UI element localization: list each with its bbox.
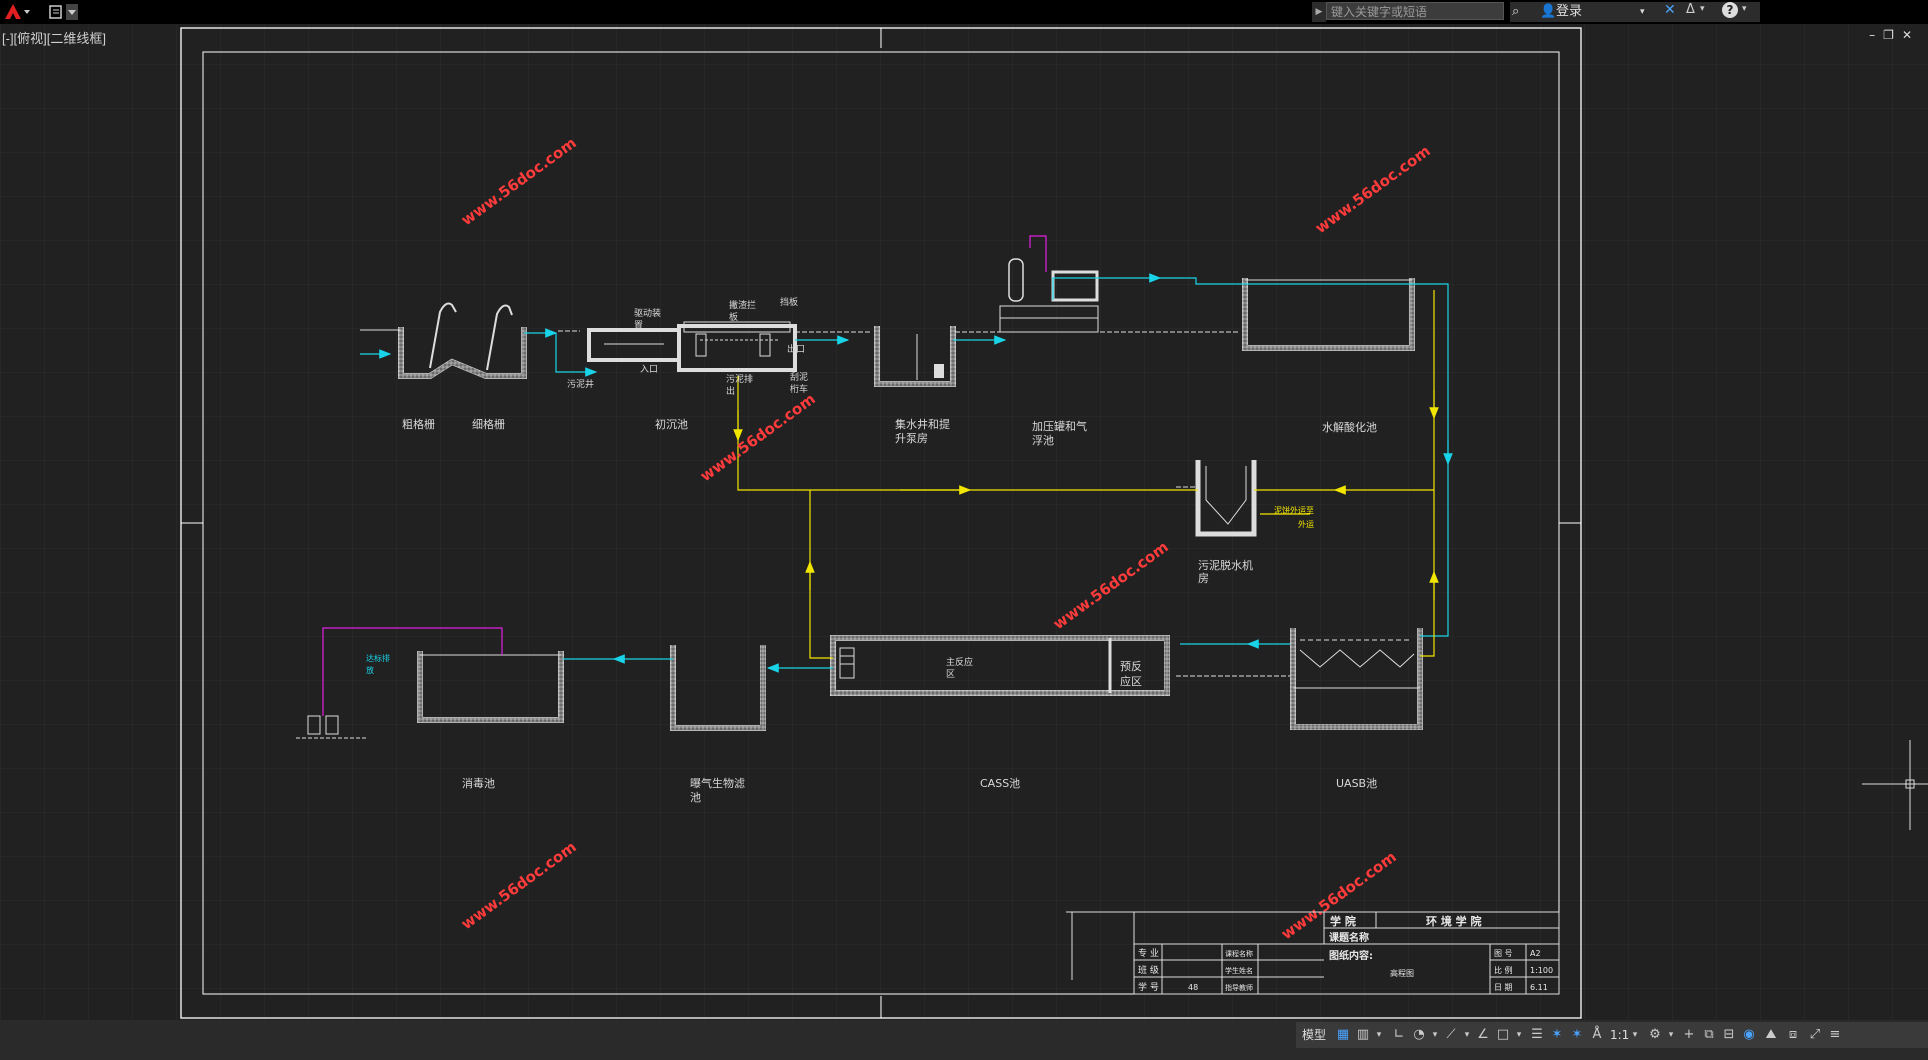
tb-scale-value: 1:100 (1530, 966, 1553, 975)
hardware-acceleration-icon[interactable]: ⧈ (1784, 1026, 1802, 1044)
workspace-icon (49, 4, 78, 20)
exchange-icon[interactable]: ✕ (1664, 2, 1676, 18)
label-hydrolysis: 水解酸化池 (1322, 420, 1377, 434)
label-main-reaction-1: 主反应 (946, 656, 973, 668)
search-expand-icon[interactable]: ▶ (1312, 2, 1326, 22)
tb-student-name-label: 学生姓名 (1225, 966, 1253, 975)
search-input[interactable]: 键入关键字或短语 (1326, 2, 1504, 20)
label-pre-reaction-1: 预反 (1120, 660, 1142, 673)
tb-course-name-label: 课程名称 (1225, 949, 1253, 958)
quick-access-toolbar[interactable] (46, 2, 86, 22)
label-scum-2: 板 (729, 311, 738, 323)
tb-college-value: 环 境 学 院 (1426, 914, 1482, 928)
autocad-logo-icon (5, 4, 30, 19)
app-menu-button[interactable] (2, 2, 32, 22)
tb-college-label: 学 院 (1330, 914, 1356, 928)
help-icon[interactable]: ? (1722, 2, 1738, 18)
login-label[interactable]: 登录 (1556, 2, 1582, 22)
user-icon: 👤 (1540, 4, 1557, 19)
label-sludge-outside-2: 外运 (1298, 519, 1314, 529)
model-space-button[interactable]: 模型 (1302, 1025, 1326, 1045)
label-inlet: 入口 (640, 364, 658, 375)
label-baf-2: 池 (690, 791, 701, 804)
tb-date-label: 日 期 (1494, 983, 1513, 992)
label-outlet: 出口 (787, 343, 805, 355)
login-dropdown-icon[interactable]: ▾ (1640, 2, 1645, 22)
label-sludge-dewater-1: 污泥脱水机 (1198, 558, 1253, 572)
tb-class-label: 班 级 (1138, 964, 1159, 976)
close-icon[interactable]: ✕ (1902, 28, 1920, 42)
grid-display-icon[interactable]: ▦ (1334, 1026, 1352, 1044)
snap-dropdown-icon[interactable]: ▾ (1370, 1026, 1388, 1044)
tb-student-no-label: 学 号 (1138, 981, 1159, 993)
label-main-reaction-2: 区 (946, 669, 955, 680)
label-baf-1: 曝气生物滤 (690, 776, 745, 790)
annotation-monitor-icon[interactable]: + (1680, 1026, 1698, 1044)
tb-sheet-label: 图 号 (1494, 949, 1513, 958)
help-dropdown-icon[interactable]: ▾ (1742, 4, 1747, 14)
a360-icon[interactable]: Δ (1686, 2, 1695, 17)
label-sludge-out-2: 出 (726, 385, 735, 397)
drawing-canvas[interactable]: 粗格栅 细格栅 初沉池 集水井和提 升泵房 加压罐和气 浮池 水解酸化池 污泥脱… (0, 24, 1928, 1020)
tb-sheet-value: A2 (1530, 949, 1541, 958)
label-sump-pump-2: 升泵房 (895, 432, 928, 445)
units-icon[interactable]: ⧉ (1700, 1026, 1718, 1044)
customization-menu-icon[interactable]: ≡ (1826, 1026, 1844, 1044)
label-scraper-1: 刮泥 (790, 371, 808, 383)
auto-scale-icon[interactable]: ✶ (1568, 1026, 1586, 1044)
label-effluent-2: 放 (366, 665, 374, 675)
login-area[interactable]: ⌕ 👤 登录 ▾ (1510, 2, 1660, 22)
viewport-controls[interactable]: [-][俯视][二维线框] (2, 28, 106, 47)
scale-dropdown-icon[interactable]: ▾ (1626, 1026, 1644, 1044)
quick-properties-icon[interactable]: ⊟ (1720, 1026, 1738, 1044)
label-primary-clarifier: 初沉池 (655, 417, 688, 431)
label-effluent-1: 达标排 (366, 653, 390, 663)
tb-date-value: 6.11 (1530, 983, 1548, 992)
minimize-icon[interactable]: – (1869, 28, 1883, 42)
label-drive-unit-1: 驱动装 (634, 307, 661, 319)
tb-content-label: 图纸内容: (1329, 949, 1373, 962)
label-pre-reaction-2: 应区 (1120, 674, 1142, 688)
object-snap-dropdown-icon[interactable]: ▾ (1510, 1026, 1528, 1044)
label-uasb: UASB池 (1336, 777, 1377, 790)
label-scum-1: 撇渣拦 (729, 299, 756, 311)
tb-student-no-value: 48 (1188, 983, 1198, 992)
restore-icon[interactable]: ❐ (1883, 28, 1902, 42)
label-fine-screen: 细格栅 (472, 417, 505, 431)
label-daf-2: 浮池 (1032, 434, 1054, 447)
tb-advisor-label: 指导教师 (1225, 983, 1253, 992)
isolate-objects-icon[interactable]: ⛰ (1762, 1026, 1780, 1044)
label-disinfection: 消毒池 (462, 776, 495, 790)
ortho-icon[interactable]: ∟ (1390, 1026, 1408, 1044)
label-cass: CASS池 (980, 777, 1020, 790)
grid-background (0, 24, 1928, 1020)
label-sludge-outside-1: 泥饼外运至 (1274, 505, 1314, 515)
tb-course-label: 课题名称 (1329, 931, 1369, 944)
label-coarse-screen: 粗格栅 (402, 417, 435, 431)
label-sewage-well: 污泥井 (567, 378, 594, 390)
clean-screen-icon[interactable]: ⤢ (1806, 1026, 1824, 1044)
tb-scale-label: 比 例 (1494, 965, 1513, 975)
tb-content-value: 高程图 (1390, 968, 1414, 978)
label-drive-unit-2: 置 (634, 320, 643, 331)
help-toolbar: ✕ Δ ▾ ? ▾ (1660, 2, 1760, 22)
status-toolbar: 模型 ▦ ▥ ▾ ∟ ◔ ▾ ⟋ ▾ ∠ □ ▾ ☰ ✶ ✶ Å 1:1 ▾ ⚙… (1296, 1022, 1928, 1048)
label-sludge-dewater-2: 房 (1198, 572, 1209, 585)
tb-major-label: 专 业 (1138, 947, 1159, 959)
drawing-window-controls: –❐✕ (1869, 28, 1920, 42)
lock-ui-icon[interactable]: ◉ (1740, 1026, 1758, 1044)
object-snap-tracking-icon[interactable]: ∠ (1474, 1026, 1492, 1044)
lineweight-icon[interactable]: ☰ (1528, 1026, 1546, 1044)
annotation-scale-icon[interactable]: Å (1588, 1026, 1606, 1044)
label-baffle: 挡板 (780, 296, 798, 308)
label-sludge-out-1: 污泥排 (726, 373, 753, 385)
label-daf-1: 加压罐和气 (1032, 419, 1087, 433)
label-sump-pump-1: 集水井和提 (895, 417, 950, 431)
workspace-dropdown-icon[interactable]: ▾ (1662, 1026, 1680, 1044)
title-bar: ▶ 键入关键字或短语 ⌕ 👤 登录 ▾ ✕ Δ ▾ ? ▾ (0, 0, 1928, 24)
a360-dropdown-icon[interactable]: ▾ (1700, 4, 1705, 14)
binoculars-icon[interactable]: ⌕ (1512, 2, 1519, 22)
annotation-visibility-icon[interactable]: ✶ (1548, 1026, 1566, 1044)
